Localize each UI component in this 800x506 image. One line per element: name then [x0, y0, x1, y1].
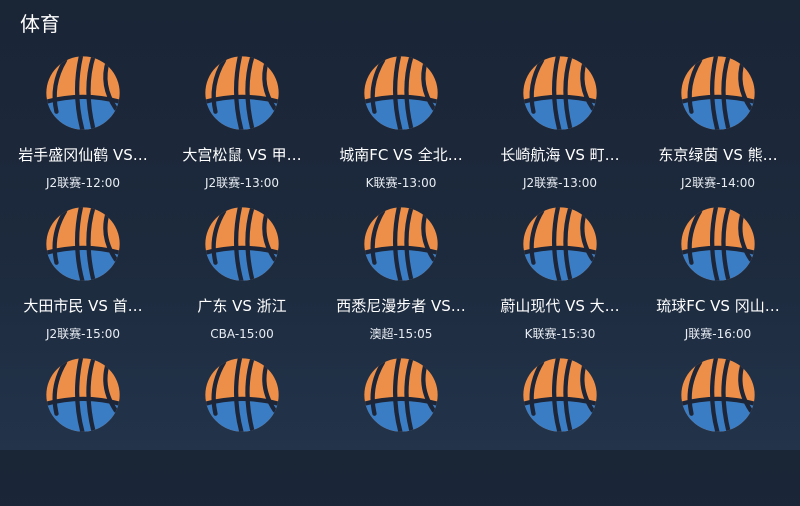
- match-title: 广东 VS 浙江: [197, 297, 287, 315]
- basketball-icon: [362, 356, 440, 434]
- match-league-time: J2联赛-12:00: [45, 176, 121, 190]
- match-card[interactable]: 东京绿茵 VS 熊… J2联赛-14:00: [637, 54, 797, 204]
- match-card[interactable]: [479, 356, 639, 506]
- match-title: 蔚山现代 VS 大…: [500, 297, 620, 315]
- match-card[interactable]: 长崎航海 VS 町… J2联赛-13:00: [479, 54, 639, 204]
- basketball-icon: [44, 54, 122, 132]
- match-league-time: K联赛-13:00: [365, 176, 437, 190]
- match-title: 大宫松鼠 VS 甲…: [182, 146, 302, 164]
- match-card[interactable]: 广东 VS 浙江 CBA-15:00: [161, 205, 321, 355]
- match-card[interactable]: [161, 356, 321, 506]
- match-league-time: J2联赛-13:00: [204, 176, 280, 190]
- match-grid: 岩手盛冈仙鹤 VS… J2联赛-12:00 大宫松鼠 VS 甲… J2联赛-13…: [0, 0, 800, 450]
- match-title: 琉球FC VS 冈山…: [656, 297, 780, 315]
- match-card[interactable]: 城南FC VS 全北… K联赛-13:00: [320, 54, 480, 204]
- basketball-icon: [44, 356, 122, 434]
- basketball-icon: [203, 54, 281, 132]
- basketball-icon: [362, 54, 440, 132]
- match-league-time: J2联赛-14:00: [680, 176, 756, 190]
- basketball-icon: [679, 356, 757, 434]
- match-league-time: J2联赛-15:00: [45, 327, 121, 341]
- match-league-time: 澳超-15:05: [369, 327, 433, 341]
- basketball-icon: [521, 54, 599, 132]
- basketball-icon: [521, 356, 599, 434]
- basketball-icon: [521, 205, 599, 283]
- basketball-icon: [203, 356, 281, 434]
- match-card[interactable]: [320, 356, 480, 506]
- match-card[interactable]: 琉球FC VS 冈山… J联赛-16:00: [637, 205, 797, 355]
- match-league-time: CBA-15:00: [210, 327, 274, 341]
- match-league-time: J2联赛-13:00: [522, 176, 598, 190]
- match-card[interactable]: [637, 356, 797, 506]
- match-title: 城南FC VS 全北…: [339, 146, 463, 164]
- match-league-time: K联赛-15:30: [524, 327, 596, 341]
- match-card[interactable]: [2, 356, 162, 506]
- basketball-icon: [679, 54, 757, 132]
- match-title: 岩手盛冈仙鹤 VS…: [18, 146, 148, 164]
- match-title: 西悉尼漫步者 VS…: [336, 297, 466, 315]
- match-card[interactable]: 蔚山现代 VS 大… K联赛-15:30: [479, 205, 639, 355]
- match-card[interactable]: 大宫松鼠 VS 甲… J2联赛-13:00: [161, 54, 321, 204]
- match-title: 大田市民 VS 首…: [23, 297, 143, 315]
- basketball-icon: [203, 205, 281, 283]
- basketball-icon: [679, 205, 757, 283]
- match-card[interactable]: 西悉尼漫步者 VS… 澳超-15:05: [320, 205, 480, 355]
- basketball-icon: [362, 205, 440, 283]
- basketball-icon: [44, 205, 122, 283]
- match-title: 东京绿茵 VS 熊…: [658, 146, 778, 164]
- match-card[interactable]: 岩手盛冈仙鹤 VS… J2联赛-12:00: [2, 54, 162, 204]
- match-title: 长崎航海 VS 町…: [500, 146, 620, 164]
- match-card[interactable]: 大田市民 VS 首… J2联赛-15:00: [2, 205, 162, 355]
- match-league-time: J联赛-16:00: [684, 327, 752, 341]
